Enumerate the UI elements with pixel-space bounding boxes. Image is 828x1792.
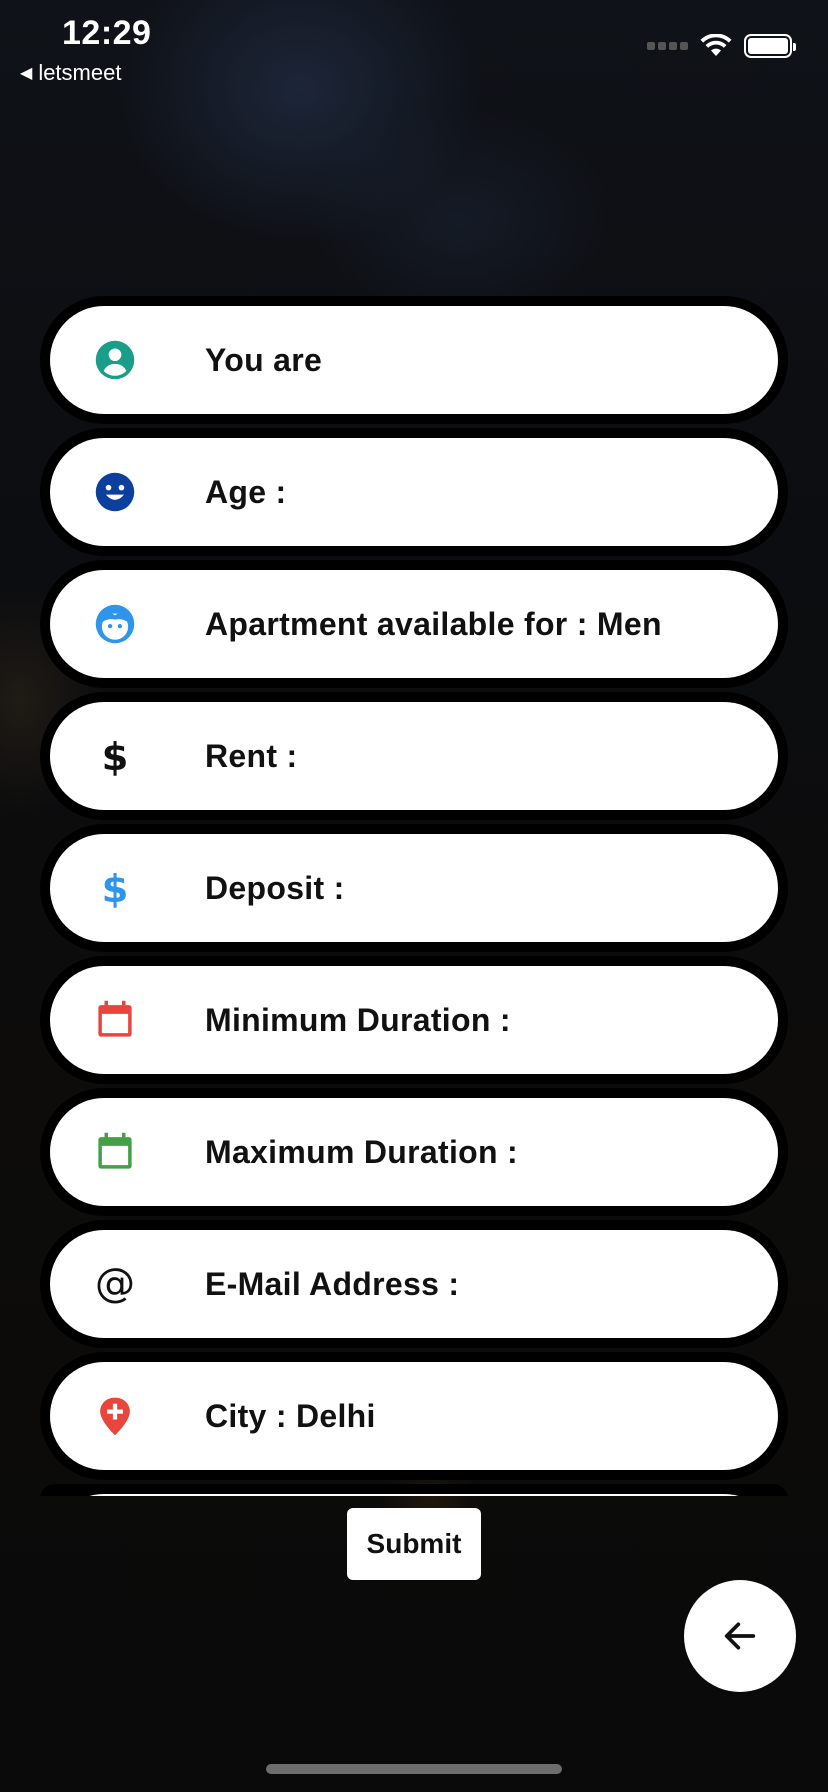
arrow-left-icon	[724, 1622, 756, 1650]
field-rent[interactable]: $ Rent :	[40, 692, 788, 820]
field-label: Age :	[205, 473, 287, 510]
field-city[interactable]: City : Delhi	[40, 1352, 788, 1480]
status-bar: 12:29 ◀ letsmeet	[0, 0, 828, 96]
battery-icon	[744, 34, 796, 58]
back-to-app-link[interactable]: ◀ letsmeet	[20, 60, 121, 86]
svg-text:@: @	[95, 1263, 135, 1305]
calendar-icon	[94, 999, 136, 1041]
field-label: City : Delhi	[205, 1397, 376, 1434]
smiley-face-icon	[94, 471, 136, 513]
at-sign-icon: @	[94, 1263, 136, 1305]
field-you-are[interactable]: You are	[40, 296, 788, 424]
back-triangle-icon: ◀	[20, 65, 33, 82]
home-indicator[interactable]	[266, 1764, 562, 1774]
field-label: You are	[205, 341, 323, 378]
back-app-label: letsmeet	[38, 60, 122, 85]
field-label: Rent :	[205, 737, 298, 774]
dollar-icon: $	[94, 867, 136, 909]
child-face-icon	[94, 603, 136, 645]
field-maximum-duration[interactable]: Maximum Duration :	[40, 1088, 788, 1216]
field-label: E-Mail Address :	[205, 1265, 460, 1302]
field-email-address[interactable]: @ E-Mail Address :	[40, 1220, 788, 1348]
status-time: 12:29	[62, 14, 152, 52]
field-age[interactable]: Age :	[40, 428, 788, 556]
back-fab-button[interactable]	[684, 1580, 796, 1692]
field-label: Minimum Duration :	[205, 1001, 511, 1038]
field-label: Apartment available for : Men	[205, 605, 662, 642]
location-pin-icon	[94, 1395, 136, 1437]
svg-text:$: $	[102, 735, 129, 777]
field-label: Maximum Duration :	[205, 1133, 518, 1170]
dollar-icon: $	[94, 735, 136, 777]
field-minimum-duration[interactable]: Minimum Duration :	[40, 956, 788, 1084]
signal-icon	[647, 42, 688, 50]
form-field-list[interactable]: You are Age : Apartment available for : …	[40, 296, 788, 1496]
field-partially-visible[interactable]	[40, 1484, 788, 1496]
svg-text:$: $	[102, 867, 129, 909]
field-label: Deposit :	[205, 869, 345, 906]
calendar-icon	[94, 1131, 136, 1173]
account-circle-icon	[94, 339, 136, 381]
status-icons	[647, 34, 796, 58]
field-deposit[interactable]: $ Deposit :	[40, 824, 788, 952]
wifi-icon	[700, 34, 732, 56]
field-apartment-available-for[interactable]: Apartment available for : Men	[40, 560, 788, 688]
submit-button[interactable]: Submit	[347, 1508, 481, 1580]
